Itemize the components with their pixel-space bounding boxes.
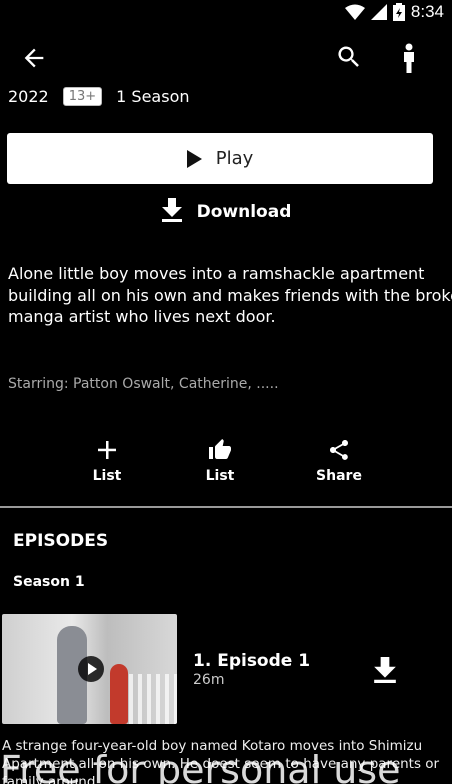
maturity-rating-badge: 13+ — [62, 87, 103, 106]
signal-icon — [370, 4, 387, 20]
episode-duration: 26m — [193, 672, 225, 688]
thumbs-up-icon — [207, 438, 233, 462]
add-to-list-button[interactable]: List — [67, 438, 147, 484]
episode-description-line: family around. — [2, 774, 100, 784]
synopsis-line: building all on his own and makes friend… — [8, 285, 452, 305]
add-to-list-label: List — [92, 468, 122, 484]
play-icon — [186, 149, 202, 168]
season-selector[interactable]: Season 1 — [13, 574, 85, 590]
episode-description-line: A strange four-year-old boy named Kotaro… — [2, 738, 423, 754]
download-button[interactable]: Download — [0, 196, 452, 228]
synopsis: Alone little boy moves into a ramshackle… — [8, 263, 452, 328]
plus-icon — [97, 438, 117, 462]
synopsis-line: Alone little boy moves into a ramshackle… — [8, 264, 425, 283]
status-bar: 8:34 — [0, 0, 452, 24]
episode-title: 1. Episode 1 — [193, 651, 311, 671]
episode-description: A strange four-year-old boy named Kotaro… — [2, 737, 452, 784]
thumbnail-railing — [120, 674, 177, 724]
synopsis-line: manga artist who lives next door. — [8, 307, 276, 326]
share-label: Share — [316, 468, 362, 484]
battery-icon — [392, 3, 405, 21]
share-icon — [327, 438, 351, 462]
season-count: 1 Season — [116, 87, 190, 106]
share-button[interactable]: Share — [299, 438, 379, 484]
rate-label: List — [205, 468, 235, 484]
profile-icon[interactable] — [398, 43, 420, 73]
wifi-icon — [344, 4, 365, 20]
episode-description-line: Apartment all on his own. He doest seem … — [2, 756, 440, 772]
play-button[interactable]: Play — [7, 133, 433, 184]
search-icon[interactable] — [335, 43, 363, 71]
download-icon — [161, 197, 183, 227]
episode-download-icon[interactable] — [373, 657, 397, 683]
title-meta: 2022 13+ 1 Season — [8, 87, 190, 106]
download-label: Download — [196, 202, 292, 222]
rate-button[interactable]: List — [180, 438, 260, 484]
episode-row[interactable]: 1. Episode 1 26m — [0, 614, 452, 726]
play-circle-icon[interactable] — [78, 656, 104, 682]
play-label: Play — [215, 148, 254, 169]
action-row: List List Share — [0, 438, 452, 488]
release-year: 2022 — [8, 87, 49, 106]
section-divider — [0, 506, 452, 508]
starring-text: Starring: Patton Oswalt, Catherine, ....… — [8, 376, 279, 392]
episodes-heading: EPISODES — [13, 531, 109, 551]
thumbnail-figure — [110, 664, 128, 724]
episode-thumbnail[interactable] — [2, 614, 177, 724]
status-time: 8:34 — [410, 2, 444, 21]
back-arrow-icon[interactable] — [20, 44, 48, 72]
app-bar — [0, 38, 452, 78]
